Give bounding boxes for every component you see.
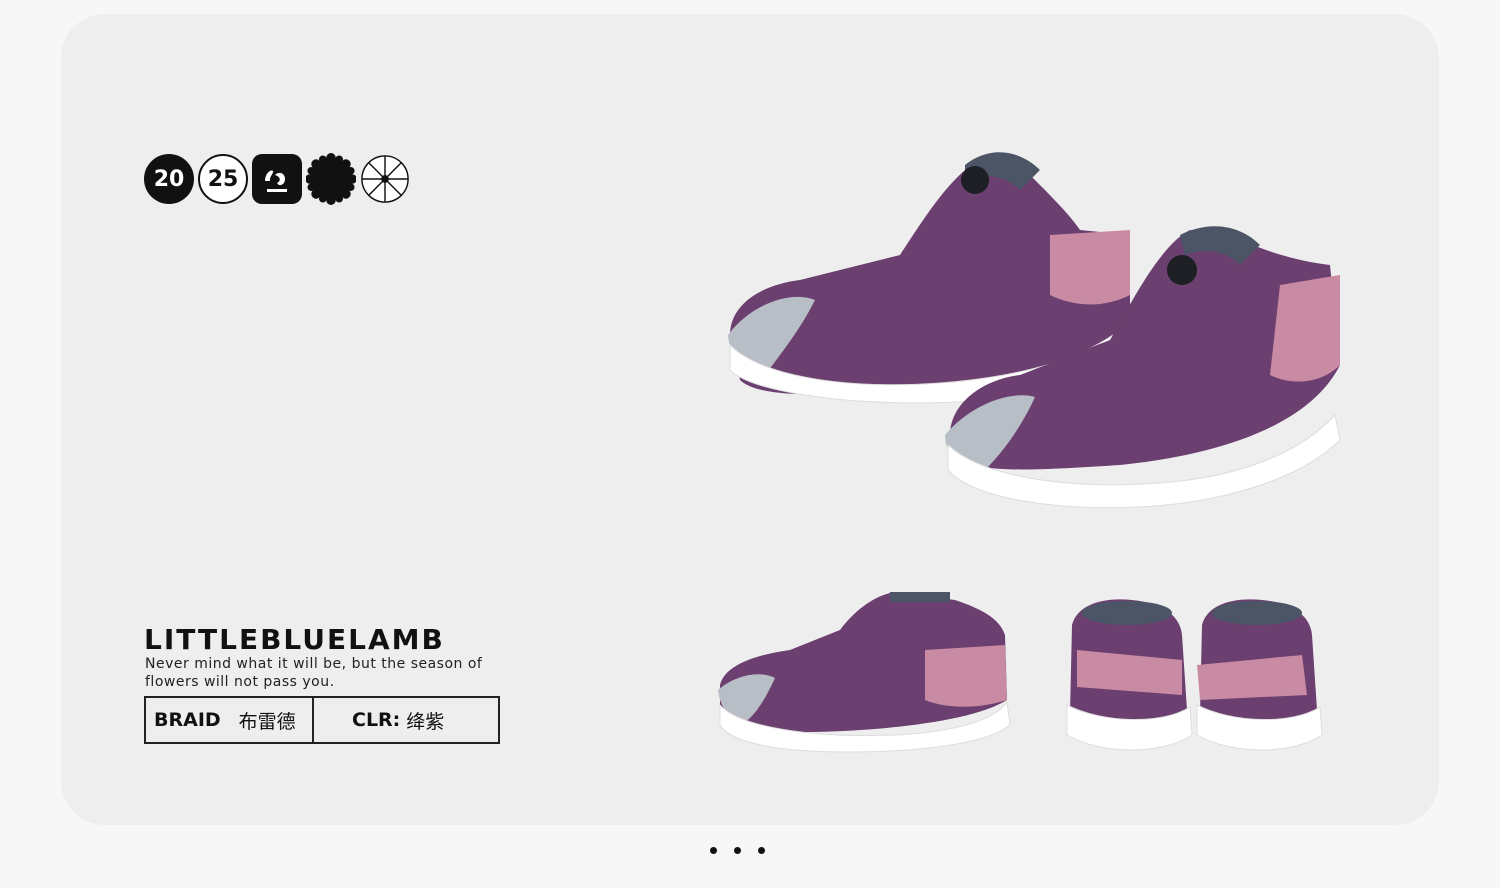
carousel-dots[interactable] — [710, 847, 765, 854]
color-cell: CLR: 绛紫 — [314, 698, 498, 742]
year-badge-25: 25 — [198, 154, 248, 204]
snowflake-icon — [360, 154, 410, 204]
braid-value: 布雷德 — [238, 710, 296, 733]
shoe-print-icon — [252, 154, 302, 204]
carousel-dot[interactable] — [710, 847, 717, 854]
side-view-shoe-image — [718, 592, 1011, 753]
feature-badges: 20 25 — [144, 153, 410, 206]
scalloped-seal-icon — [306, 153, 356, 205]
braid-label: BRAID — [154, 709, 221, 731]
hero-shoes-image — [728, 152, 1341, 509]
brand-logo-text: LITTLEBLUELAMB — [144, 623, 445, 656]
color-label: CLR: — [352, 709, 401, 731]
carousel-dot[interactable] — [758, 847, 765, 854]
carousel-dot[interactable] — [734, 847, 741, 854]
brand-tagline: Never mind what it will be, but the seas… — [145, 656, 483, 690]
back-view-shoes-image — [1066, 599, 1323, 751]
braid-cell: BRAID 布雷德 — [146, 698, 314, 742]
color-value: 绛紫 — [406, 710, 445, 733]
year-badge-20: 20 — [144, 154, 194, 204]
spec-table: BRAID 布雷德 CLR: 绛紫 — [144, 696, 500, 744]
